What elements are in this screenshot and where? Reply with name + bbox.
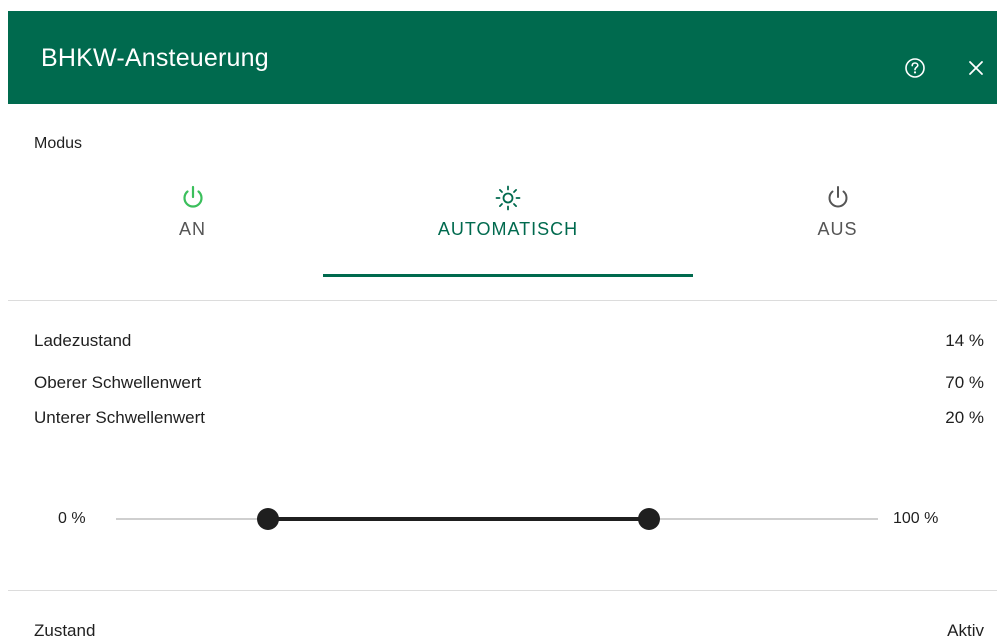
help-icon[interactable] [904,57,926,79]
divider [8,300,997,301]
mode-section-label: Modus [34,135,83,152]
mode-tab-automatisch-label: AUTOMATISCH [437,219,579,239]
mode-tab-aus[interactable]: AUS [745,180,930,280]
power-icon [182,185,203,208]
unterer-schwellenwert-label: Unterer Schwellenwert [34,408,206,427]
mode-tab-an-label: AN [178,219,206,239]
unterer-schwellenwert-value: 20 % [945,408,984,427]
ladezustand-value: 14 % [945,331,984,350]
ladezustand-label: Ladezustand [34,331,132,350]
upper-threshold-handle[interactable] [638,508,661,530]
lower-threshold-handle[interactable] [257,508,280,530]
close-icon[interactable] [968,60,984,76]
sun-icon [495,185,521,211]
power-icon [828,186,847,208]
slider-max-label: 100 % [893,510,939,527]
active-tab-indicator [323,274,693,277]
oberer-schwellenwert-label: Oberer Schwellenwert [34,373,202,392]
mode-tab-aus-label: AUS [817,219,858,239]
zustand-label: Zustand [34,621,96,640]
mode-tab-automatisch[interactable]: AUTOMATISCH [323,180,693,280]
slider-min-label: 0 % [58,510,86,527]
divider [8,590,997,591]
oberer-schwellenwert-value: 70 % [945,373,984,392]
dialog-title: BHKW-Ansteuerung [41,44,269,72]
zustand-value: Aktiv [947,621,984,640]
threshold-slider-range [268,517,650,521]
mode-tab-an[interactable]: AN [100,180,285,280]
dialog-header: BHKW-Ansteuerung [8,11,997,104]
